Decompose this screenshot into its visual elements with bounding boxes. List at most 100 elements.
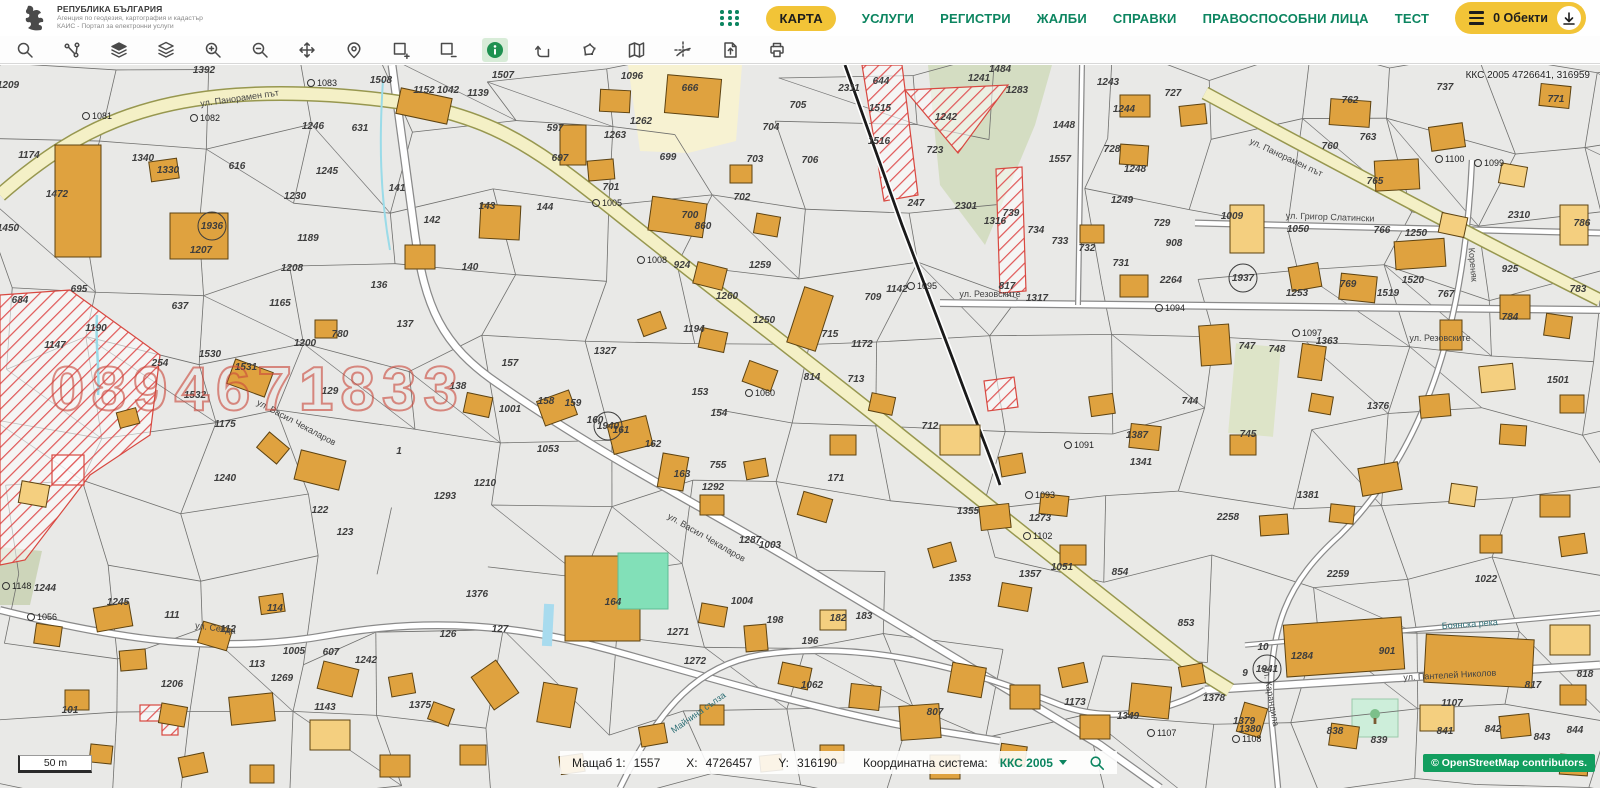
svg-text:9: 9 xyxy=(1242,668,1248,679)
svg-text:1206: 1206 xyxy=(161,679,184,690)
nav-item-test[interactable]: ТЕСТ xyxy=(1395,11,1429,26)
svg-text:1472: 1472 xyxy=(46,189,69,200)
svg-text:760: 760 xyxy=(1322,141,1339,152)
svg-text:1263: 1263 xyxy=(604,130,627,141)
svg-text:1082: 1082 xyxy=(200,113,220,123)
svg-text:1387: 1387 xyxy=(1126,430,1149,441)
axes-crosshair-icon xyxy=(674,41,692,59)
svg-text:1042: 1042 xyxy=(437,85,460,96)
svg-text:2310: 2310 xyxy=(1507,210,1531,221)
svg-text:1292: 1292 xyxy=(702,482,725,493)
svg-text:123: 123 xyxy=(337,527,354,538)
svg-text:1050: 1050 xyxy=(1287,224,1310,235)
svg-text:140: 140 xyxy=(462,262,479,273)
svg-text:1341: 1341 xyxy=(1130,457,1153,468)
svg-text:1262: 1262 xyxy=(630,116,653,127)
svg-text:1094: 1094 xyxy=(1165,303,1185,313)
svg-text:1142: 1142 xyxy=(886,284,908,295)
y-label: Y: xyxy=(778,756,789,770)
svg-text:1107: 1107 xyxy=(1441,698,1463,709)
svg-text:854: 854 xyxy=(1112,567,1129,578)
watermark-phone: 0894671833 xyxy=(50,355,465,424)
objects-button[interactable]: 0 Обекти xyxy=(1455,2,1586,34)
map-canvas[interactable]: 1392120915081507115210421139124663111741… xyxy=(0,65,1600,788)
svg-text:731: 731 xyxy=(1113,258,1130,269)
svg-text:1249: 1249 xyxy=(1111,195,1134,206)
svg-text:153: 153 xyxy=(692,387,709,398)
zoom-in-tool-button[interactable] xyxy=(200,38,226,62)
download-objects-button[interactable] xyxy=(1557,6,1581,30)
nav-item-karta[interactable]: КАРТА xyxy=(766,6,835,31)
svg-text:1317: 1317 xyxy=(1026,293,1049,304)
cadastral-map[interactable]: 1392120915081507115210421139124663111741… xyxy=(0,65,1600,788)
svg-text:136: 136 xyxy=(371,280,388,291)
printer-icon xyxy=(768,41,786,59)
layers-active-tool-button[interactable] xyxy=(106,38,132,62)
svg-text:1376: 1376 xyxy=(466,589,489,600)
svg-text:1353: 1353 xyxy=(949,573,972,584)
svg-text:137: 137 xyxy=(397,319,414,330)
svg-text:703: 703 xyxy=(747,154,764,165)
info-tool-button[interactable] xyxy=(482,38,508,62)
export-tool-button[interactable] xyxy=(717,38,743,62)
svg-text:666: 666 xyxy=(682,83,699,94)
svg-text:684: 684 xyxy=(12,295,29,306)
print-tool-button[interactable] xyxy=(764,38,790,62)
svg-text:1093: 1093 xyxy=(1035,490,1055,500)
svg-text:771: 771 xyxy=(1548,94,1565,105)
pan-tool-button[interactable] xyxy=(294,38,320,62)
main-nav: КАРТА УСЛУГИ РЕГИСТРИ ЖАЛБИ СПРАВКИ ПРАВ… xyxy=(720,2,1586,34)
svg-text:142: 142 xyxy=(424,215,441,226)
route-tool-button[interactable] xyxy=(59,38,85,62)
svg-text:1242: 1242 xyxy=(355,655,378,666)
svg-text:1091: 1091 xyxy=(1074,440,1094,450)
crs-label: Координатна система: xyxy=(863,756,988,770)
svg-text:842: 842 xyxy=(1485,724,1502,735)
identify-tool-button[interactable] xyxy=(529,38,555,62)
select-rect-minus-icon xyxy=(439,41,457,59)
statusbar-search-button[interactable] xyxy=(1089,755,1105,771)
nav-item-zhalbi[interactable]: ЖАЛБИ xyxy=(1037,11,1087,26)
svg-text:1284: 1284 xyxy=(1291,651,1314,662)
crs-dropdown[interactable]: ККС 2005 xyxy=(1000,756,1067,770)
bent-arrow-icon xyxy=(533,41,551,59)
svg-text:1095: 1095 xyxy=(917,281,937,291)
nav-item-spravki[interactable]: СПРАВКИ xyxy=(1113,11,1177,26)
svg-text:699: 699 xyxy=(660,152,677,163)
nav-item-pravosposobni-litsa[interactable]: ПРАВОСПОСОБНИ ЛИЦА xyxy=(1203,11,1369,26)
location-pin-icon xyxy=(345,41,363,59)
svg-text:1519: 1519 xyxy=(1377,288,1400,299)
svg-text:1378: 1378 xyxy=(1203,693,1226,704)
svg-text:183: 183 xyxy=(856,611,873,622)
nav-item-registri[interactable]: РЕГИСТРИ xyxy=(940,11,1011,26)
layers-tool-button[interactable] xyxy=(153,38,179,62)
svg-text:925: 925 xyxy=(1502,264,1519,275)
svg-text:1349: 1349 xyxy=(1117,711,1140,722)
svg-text:1507: 1507 xyxy=(492,70,515,81)
map-sheets-tool-button[interactable] xyxy=(623,38,649,62)
x-value: 4726457 xyxy=(706,756,753,770)
select-remove-tool-button[interactable] xyxy=(435,38,461,62)
svg-text:198: 198 xyxy=(767,615,784,626)
svg-text:818: 818 xyxy=(1577,669,1594,680)
svg-text:1152: 1152 xyxy=(413,85,435,96)
measure-area-tool-button[interactable] xyxy=(576,38,602,62)
location-tool-button[interactable] xyxy=(341,38,367,62)
nav-item-uslugi[interactable]: УСЛУГИ xyxy=(862,11,914,26)
svg-text:728: 728 xyxy=(1104,144,1121,155)
svg-text:1520: 1520 xyxy=(1402,275,1425,286)
svg-text:1056: 1056 xyxy=(37,612,57,622)
zoom-out-tool-button[interactable] xyxy=(247,38,273,62)
svg-text:1139: 1139 xyxy=(467,88,489,99)
svg-text:1501: 1501 xyxy=(1547,375,1570,386)
svg-text:908: 908 xyxy=(1166,238,1183,249)
osm-attribution[interactable]: © OpenStreetMap contributors. xyxy=(1423,754,1595,772)
select-add-tool-button[interactable] xyxy=(388,38,414,62)
polygon-nodes-icon xyxy=(580,41,598,59)
search-tool-button[interactable] xyxy=(12,38,38,62)
svg-text:695: 695 xyxy=(71,284,88,295)
apps-grid-icon[interactable] xyxy=(720,10,740,26)
axes-tool-button[interactable] xyxy=(670,38,696,62)
brand-subtitle: Агенция по геодезия, картография и кадас… xyxy=(57,15,203,23)
menu-icon xyxy=(1469,11,1484,24)
